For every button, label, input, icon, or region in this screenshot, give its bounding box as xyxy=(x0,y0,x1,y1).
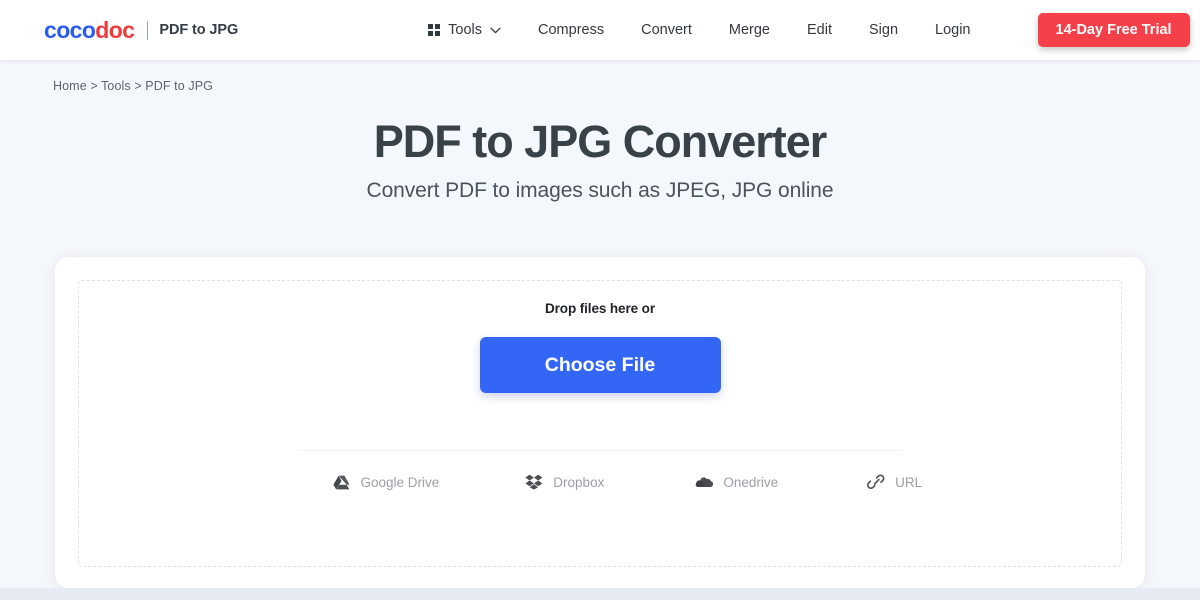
brand-logo[interactable]: cocodoc PDF to JPG xyxy=(44,16,239,43)
logo-wordmark: cocodoc xyxy=(44,16,135,43)
brand-subtitle: PDF to JPG xyxy=(159,22,239,38)
page-title: PDF to JPG Converter xyxy=(373,116,828,167)
logo-coco-text: coco xyxy=(44,16,96,43)
hero-titles: PDF to JPG Converter Convert PDF to imag… xyxy=(0,116,1200,203)
google-drive-icon xyxy=(332,472,352,492)
source-google-drive[interactable]: Google Drive xyxy=(332,472,440,492)
footer-band xyxy=(0,588,1200,600)
dropbox-icon xyxy=(524,472,544,492)
choose-file-button[interactable]: Choose File xyxy=(479,337,721,393)
nav-item-convert[interactable]: Convert xyxy=(641,22,692,38)
nav-item-sign[interactable]: Sign xyxy=(869,22,898,38)
nav-item-merge[interactable]: Merge xyxy=(729,22,770,38)
source-google-drive-label: Google Drive xyxy=(360,474,440,490)
source-url[interactable]: URL xyxy=(866,472,922,492)
grid-icon xyxy=(428,24,441,36)
link-icon xyxy=(866,472,886,492)
logo-doc-text: doc xyxy=(95,16,135,43)
breadcrumb[interactable]: Home > Tools > PDF to JPG xyxy=(0,60,1200,93)
hero-section: Home > Tools > PDF to JPG PDF to JPG Con… xyxy=(0,60,1200,204)
page-subtitle: Convert PDF to images such as JPEG, JPG … xyxy=(366,179,834,203)
onedrive-icon xyxy=(694,472,714,492)
file-dropzone[interactable]: Drop files here or Choose File Google Dr… xyxy=(78,280,1122,567)
nav-item-tools-label: Tools xyxy=(448,22,483,38)
free-trial-button[interactable]: 14-Day Free Trial xyxy=(1037,13,1190,47)
source-dropbox-label: Dropbox xyxy=(553,474,605,490)
nav-item-edit[interactable]: Edit xyxy=(807,22,832,38)
chevron-down-icon xyxy=(490,27,501,34)
nav-item-tools[interactable]: Tools xyxy=(428,22,501,38)
nav-item-login[interactable]: Login xyxy=(935,22,970,38)
drop-files-label: Drop files here or xyxy=(545,301,655,316)
site-header: cocodoc PDF to JPG Tools Compress Conver… xyxy=(0,0,1200,60)
source-onedrive[interactable]: Onedrive xyxy=(694,472,778,492)
sources-divider xyxy=(299,450,901,451)
source-onedrive-label: Onedrive xyxy=(723,474,779,490)
source-dropbox[interactable]: Dropbox xyxy=(524,472,604,492)
brand-divider xyxy=(147,20,149,40)
cloud-sources-list: Google Drive Dropbox Onedrive URL xyxy=(300,472,922,492)
source-url-label: URL xyxy=(895,474,923,490)
upload-card: Drop files here or Choose File Google Dr… xyxy=(55,257,1145,588)
main-navigation: Tools Compress Convert Merge Edit Sign L… xyxy=(428,13,1190,47)
nav-item-compress[interactable]: Compress xyxy=(538,22,604,38)
